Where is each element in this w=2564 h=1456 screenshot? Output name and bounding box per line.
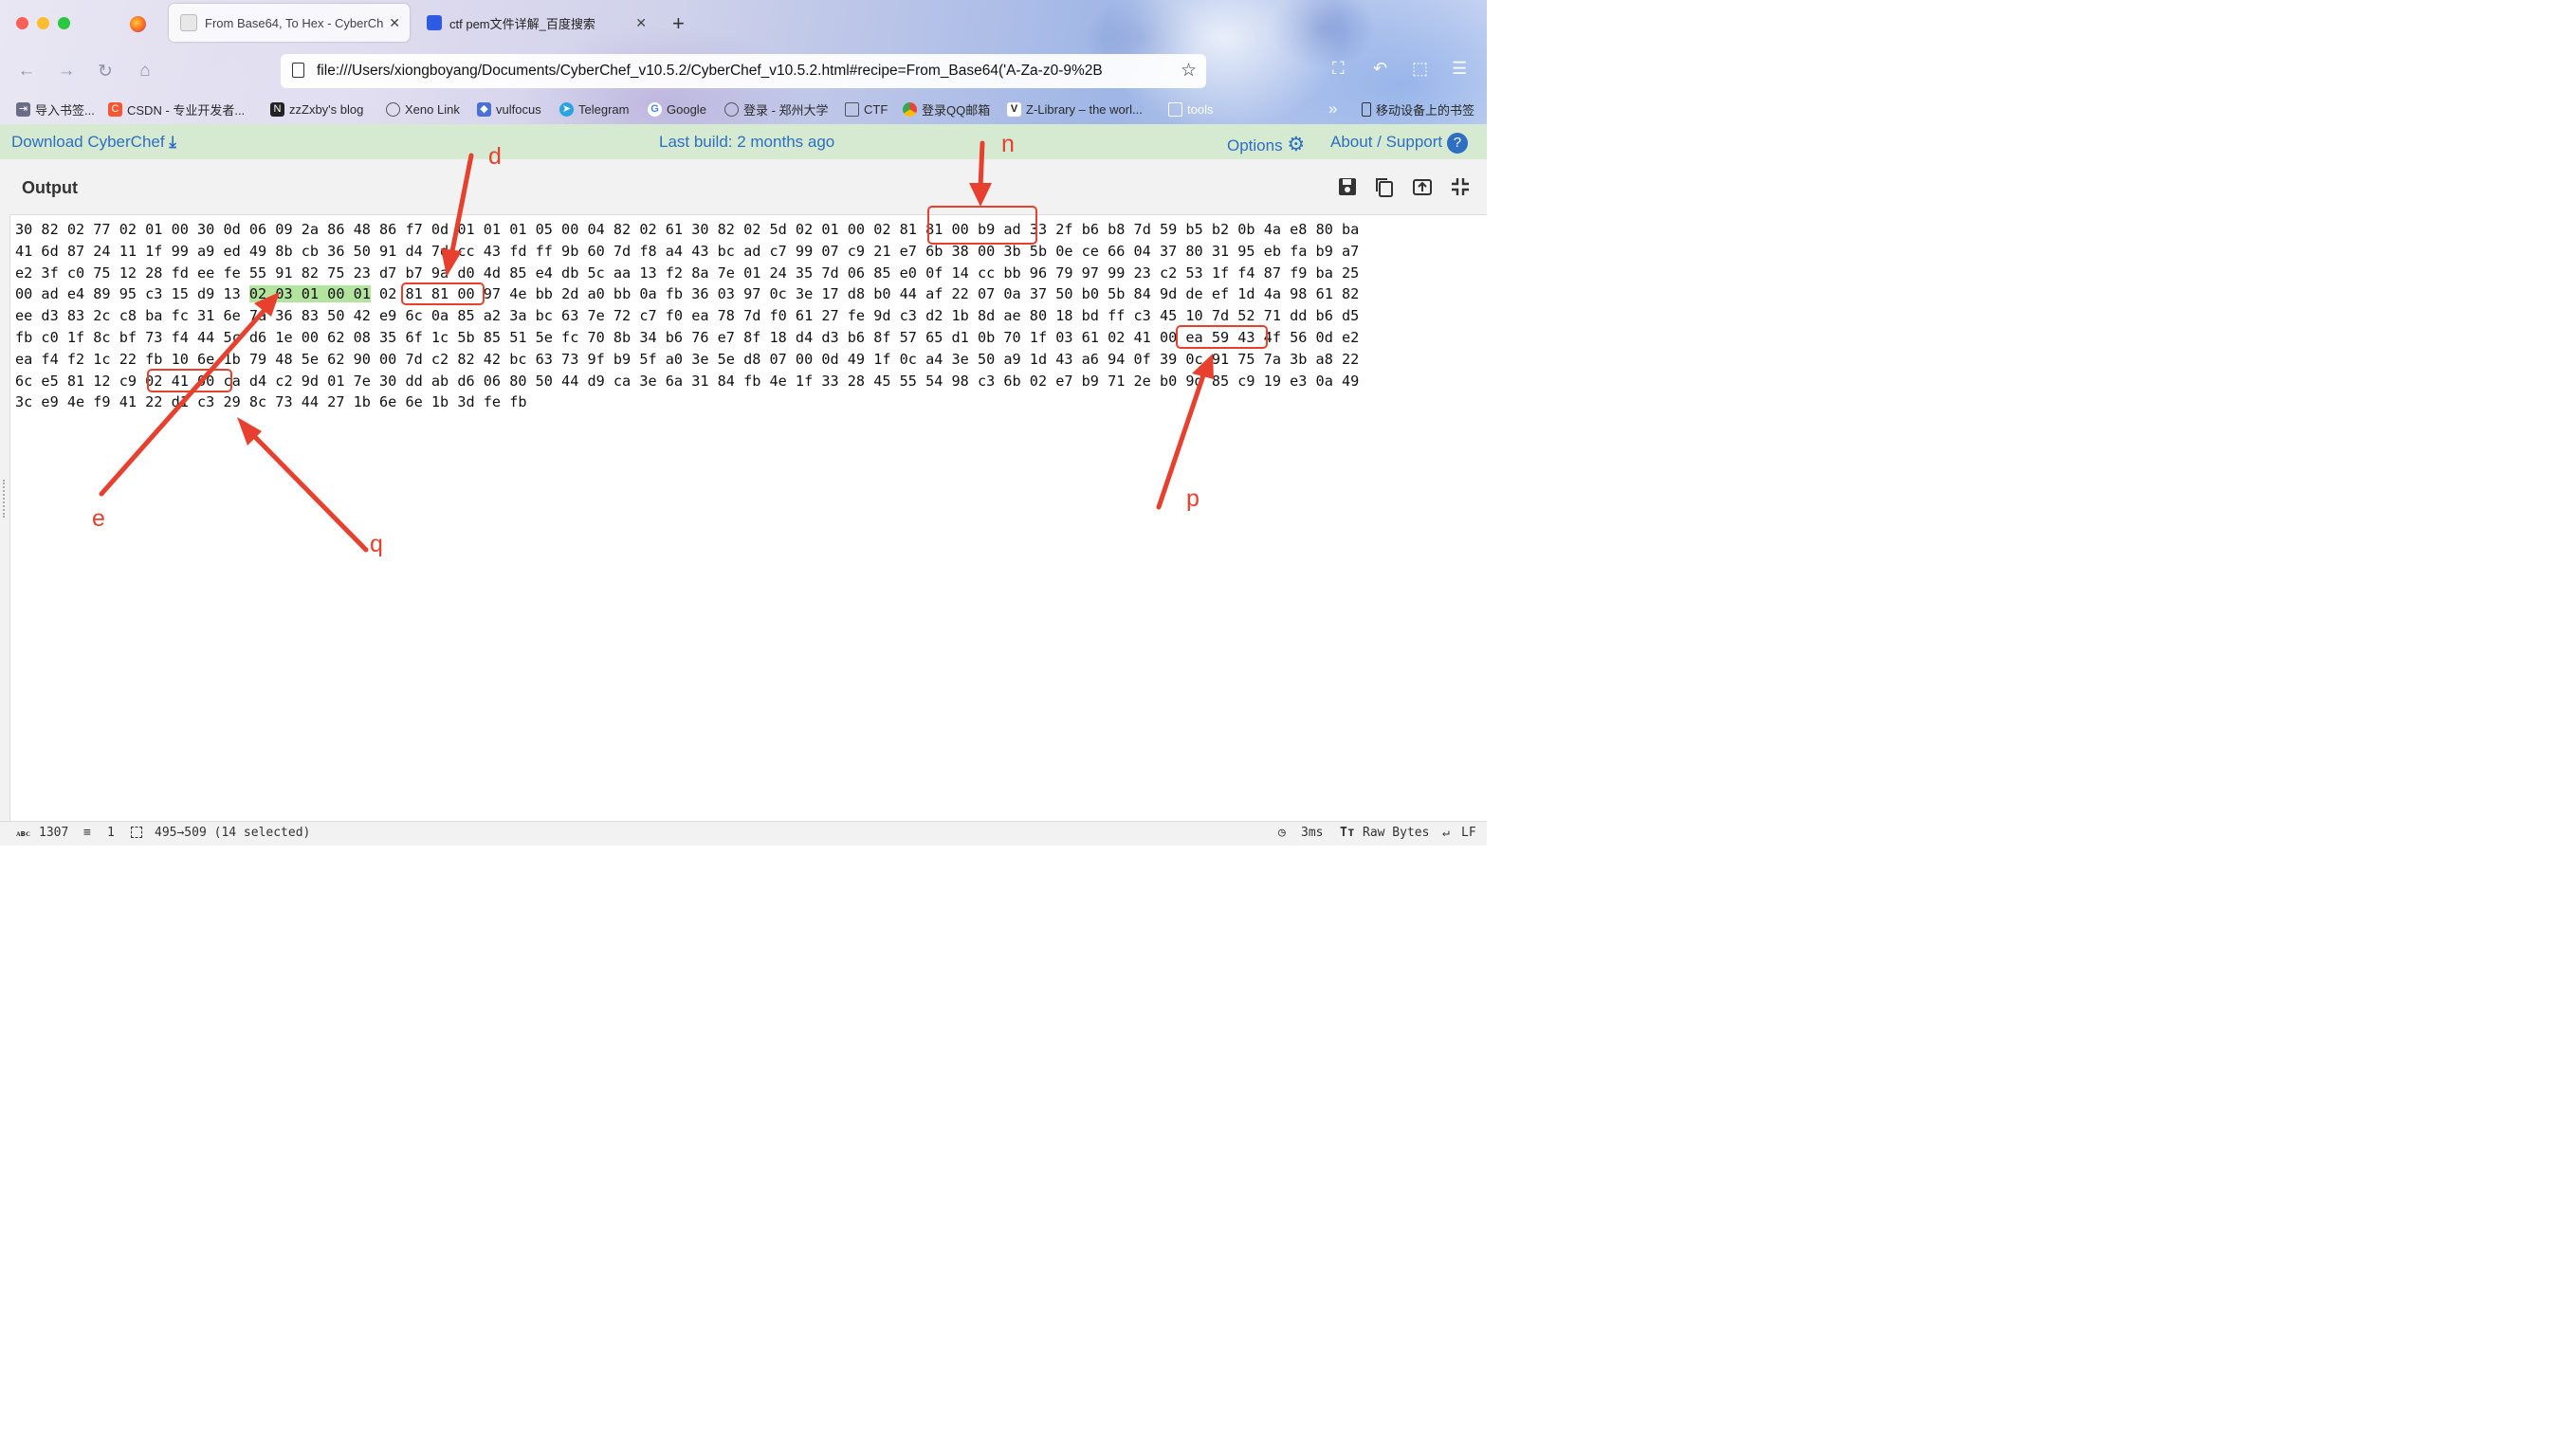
time-value: 3ms bbox=[1301, 826, 1324, 840]
length-icon: ᴀʙᴄ bbox=[16, 829, 30, 839]
annotation-label-p: p bbox=[1186, 485, 1200, 512]
encoding-icon: Tт bbox=[1340, 826, 1355, 840]
arrow-p-head bbox=[1192, 354, 1214, 379]
annotation-arrows bbox=[99, 140, 1214, 553]
clock-icon: ◷ bbox=[1278, 826, 1286, 840]
annotation-label-q: q bbox=[370, 531, 383, 557]
lines-icon: ≡ bbox=[83, 826, 91, 840]
eol-icon: ↵ bbox=[1442, 826, 1450, 840]
arrow-n-head bbox=[969, 183, 992, 207]
arrow-q bbox=[251, 433, 369, 553]
lines-value: 1 bbox=[107, 826, 115, 840]
annotation-label-e: e bbox=[92, 505, 105, 532]
encoding-selector[interactable]: Raw Bytes bbox=[1363, 826, 1429, 840]
arrow-d-head bbox=[441, 248, 462, 277]
arrow-n bbox=[978, 140, 985, 191]
eol-selector[interactable]: LF bbox=[1461, 826, 1476, 840]
annotation-label-d: d bbox=[488, 143, 502, 170]
arrow-d bbox=[449, 153, 474, 259]
status-bar: ᴀʙᴄ 1307 ≡ 1 495→509 (14 selected) ◷ 3ms… bbox=[0, 821, 1487, 846]
arrow-e-head bbox=[254, 292, 280, 317]
selection-icon bbox=[131, 827, 142, 838]
selection-value: 495→509 (14 selected) bbox=[155, 826, 311, 840]
arrow-e bbox=[99, 308, 266, 497]
annotation-label-n: n bbox=[1001, 131, 1015, 157]
length-value: 1307 bbox=[39, 826, 69, 840]
